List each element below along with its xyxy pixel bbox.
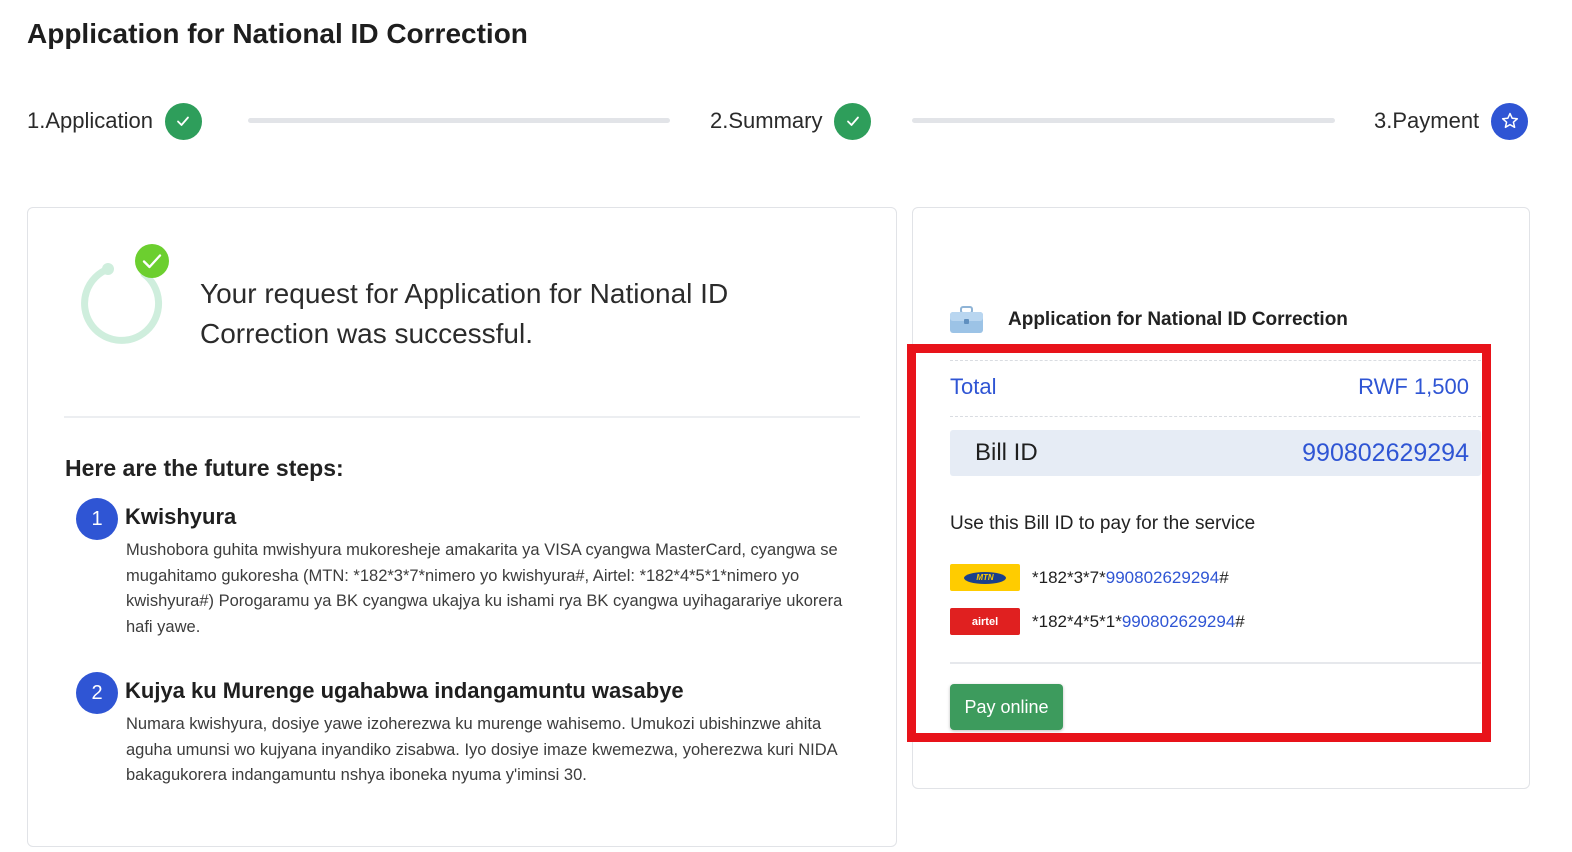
payment-card: Application for National ID Correction T… xyxy=(907,207,1530,789)
step-label: 1.Application xyxy=(27,108,153,133)
step-label: 2.Summary xyxy=(710,108,823,133)
check-icon xyxy=(834,102,872,140)
page-title: Application for National ID Correction xyxy=(27,18,528,49)
step-payment: 3.Payment xyxy=(1374,102,1529,140)
future-step-body: Mushobora guhita mwishyura mukoresheje a… xyxy=(126,541,843,636)
briefcase-icon xyxy=(949,305,984,335)
service-name: Application for National ID Correction xyxy=(1008,309,1348,330)
future-step-title: Kwishyura xyxy=(125,504,237,529)
step-number-badge: 1 xyxy=(76,498,118,540)
highlight-box xyxy=(907,344,1491,742)
step-label: 3.Payment xyxy=(1374,108,1480,133)
success-card: Your request for Application for Nationa… xyxy=(27,207,897,847)
success-message: Your request for Application for Nationa… xyxy=(200,278,729,349)
divider xyxy=(64,416,860,418)
step-application: 1.Application xyxy=(27,102,202,140)
star-icon xyxy=(1491,102,1529,140)
future-steps-title: Here are the future steps: xyxy=(65,455,344,481)
success-check-icon xyxy=(78,244,170,344)
step-connector xyxy=(912,118,1335,123)
future-step-body: Numara kwishyura, dosiye yawe izoherezwa… xyxy=(126,715,837,784)
step-number-badge: 2 xyxy=(76,672,118,714)
step-summary: 2.Summary xyxy=(710,102,872,140)
future-step-title: Kujya ku Murenge ugahabwa indangamuntu w… xyxy=(125,678,684,703)
step-connector xyxy=(248,118,670,123)
service-header: Application for National ID Correction xyxy=(949,305,1348,335)
check-icon xyxy=(164,102,202,140)
